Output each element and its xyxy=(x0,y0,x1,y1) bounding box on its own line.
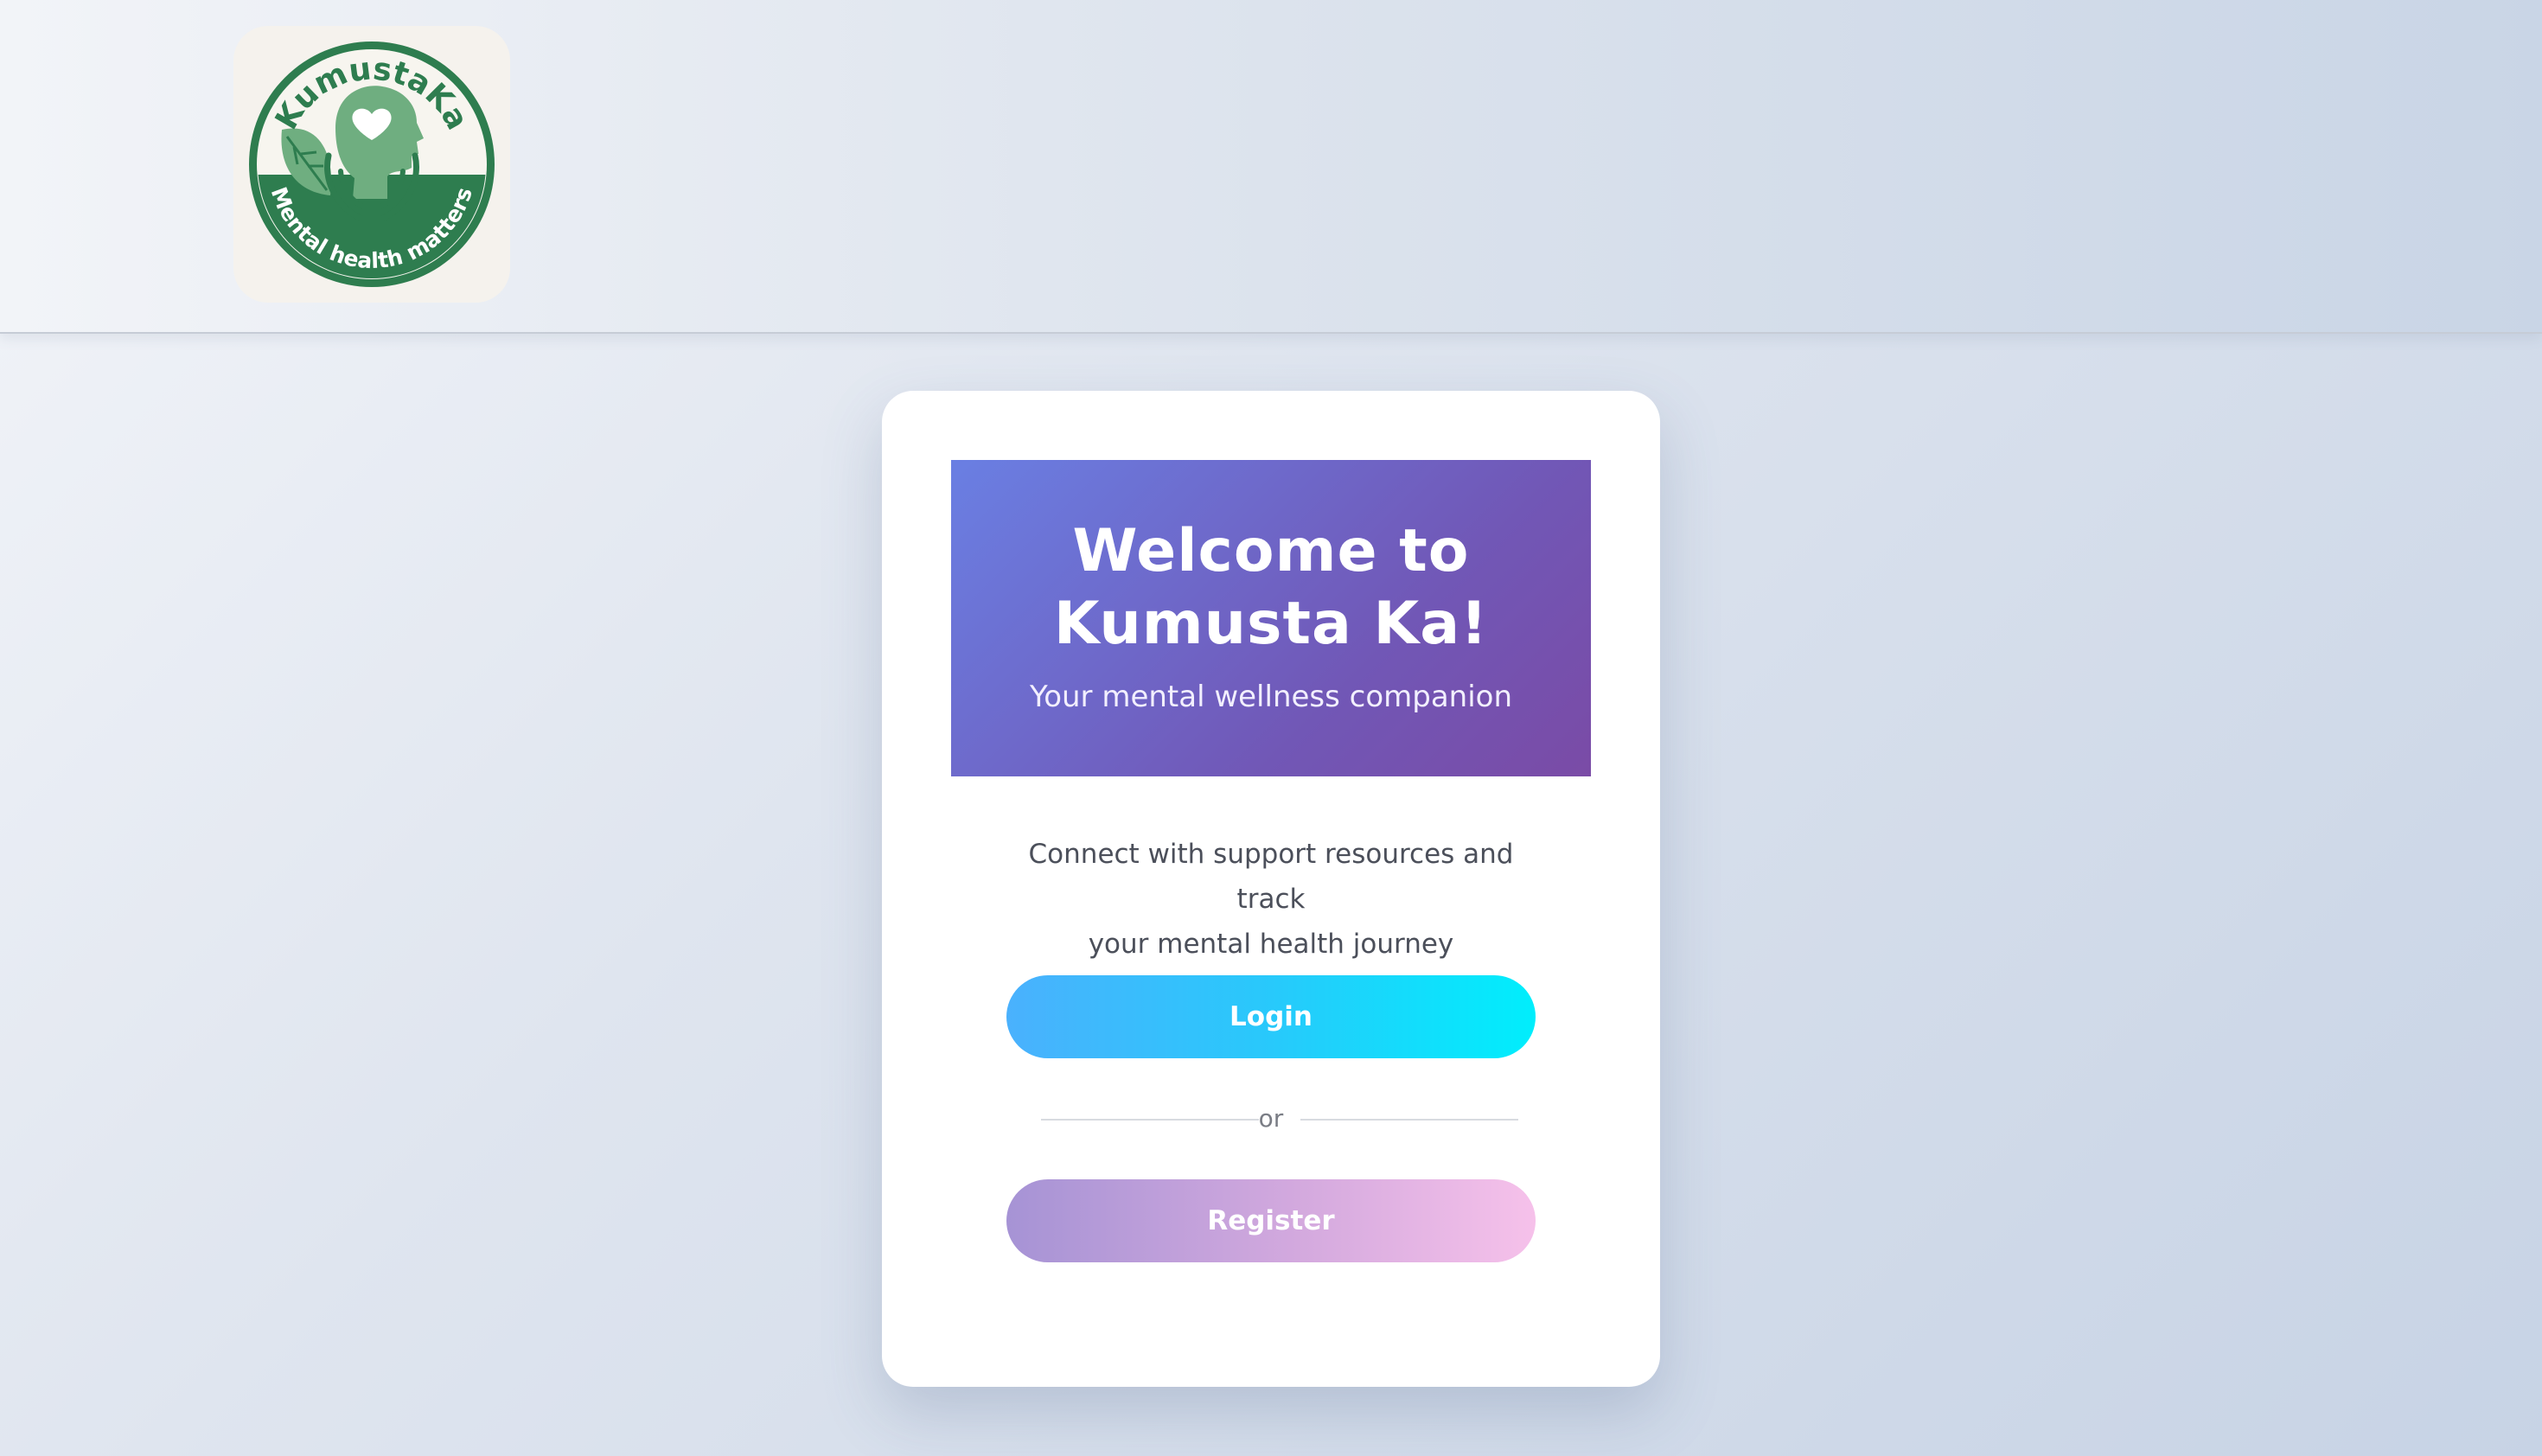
or-divider: or xyxy=(1024,1100,1518,1138)
title-line-1: Welcome to xyxy=(1072,517,1470,585)
page-title: Welcome to Kumusta Ka! xyxy=(951,515,1591,661)
register-button[interactable]: Register xyxy=(1006,1179,1536,1262)
title-line-2: Kumusta Ka! xyxy=(1053,590,1489,658)
page-subtitle: Your mental wellness companion xyxy=(1029,680,1513,714)
description-line-1: Connect with support resources and track xyxy=(1028,839,1514,915)
welcome-hero: Welcome to Kumusta Ka! Your mental welln… xyxy=(951,460,1591,776)
description-line-2: your mental health journey xyxy=(1088,929,1454,960)
top-header: KumustaKa Mental health matters xyxy=(0,0,2542,334)
intro-description: Connect with support resources and track… xyxy=(994,832,1548,967)
divider-line-right xyxy=(1300,1119,1518,1121)
welcome-card: Welcome to Kumusta Ka! Your mental welln… xyxy=(882,391,1660,1387)
logo-badge-icon: KumustaKa Mental health matters xyxy=(249,42,495,287)
app-logo[interactable]: KumustaKa Mental health matters xyxy=(233,26,510,303)
login-button[interactable]: Login xyxy=(1006,975,1536,1058)
